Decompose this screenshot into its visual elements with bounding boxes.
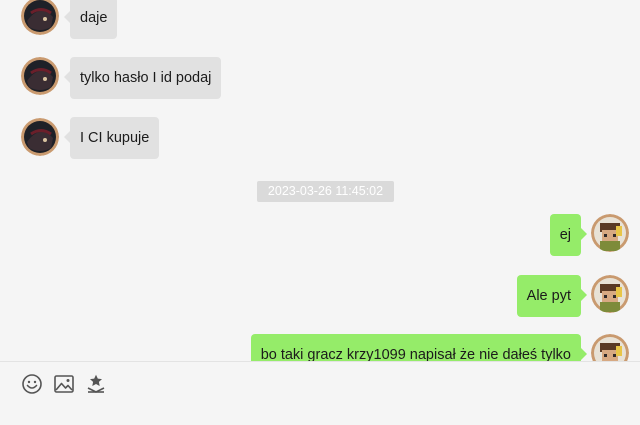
contact-avatar[interactable] bbox=[21, 0, 59, 35]
user-avatar[interactable] bbox=[591, 334, 629, 361]
contact-avatar[interactable] bbox=[21, 57, 59, 95]
message-text: I CI kupuje bbox=[80, 130, 150, 146]
message-bubble-incoming: daje bbox=[63, 0, 118, 39]
user-avatar[interactable] bbox=[591, 275, 629, 313]
chat-message-area[interactable]: daje tylko hasło I id podaj I CI kupuje … bbox=[0, 0, 640, 361]
message-text: daje bbox=[80, 10, 108, 26]
message-bubble-incoming: I CI kupuje bbox=[63, 117, 160, 159]
user-avatar[interactable] bbox=[591, 214, 629, 252]
gift-icon[interactable] bbox=[85, 373, 107, 395]
message-bubble-outgoing: bo taki gracz krzy1099 napisał że nie da… bbox=[250, 334, 588, 361]
message-text: tylko hasło I id podaj bbox=[80, 70, 212, 86]
message-text: Ale pyt bbox=[526, 288, 571, 304]
message-bubble-outgoing: ej bbox=[549, 214, 588, 256]
image-icon[interactable] bbox=[53, 373, 75, 395]
message-bubble-incoming: tylko hasło I id podaj bbox=[63, 57, 222, 99]
message-timestamp: 2023-03-26 11:45:02 bbox=[257, 181, 394, 202]
message-text: ej bbox=[559, 227, 571, 243]
emoji-icon[interactable] bbox=[21, 373, 43, 395]
message-text: bo taki gracz krzy1099 napisał że nie da… bbox=[260, 347, 571, 361]
contact-avatar[interactable] bbox=[21, 118, 59, 156]
input-toolbar bbox=[0, 361, 640, 425]
message-bubble-outgoing: Ale pyt bbox=[516, 275, 588, 317]
